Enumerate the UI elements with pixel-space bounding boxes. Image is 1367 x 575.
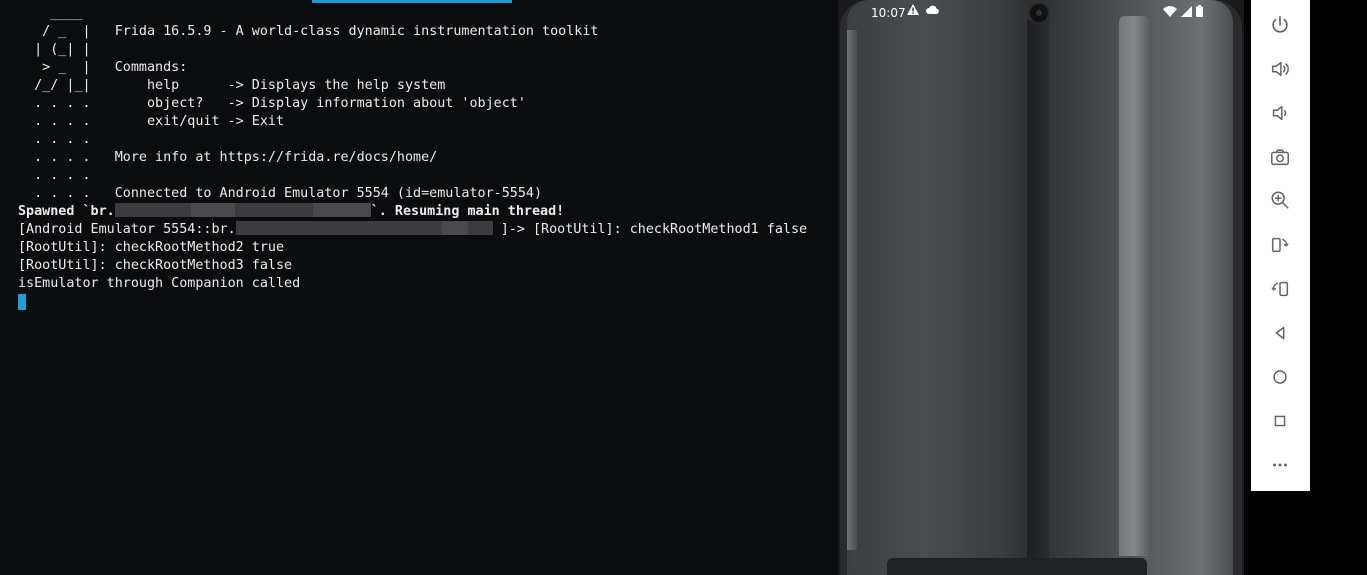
- back-icon: [1275, 326, 1285, 340]
- power-button[interactable]: [1268, 13, 1292, 37]
- more-button[interactable]: [1268, 453, 1292, 477]
- camera-icon: [1271, 149, 1289, 166]
- zoom-button[interactable]: [1268, 188, 1292, 212]
- battery-icon: [1196, 5, 1203, 17]
- rotate-right-icon: [1271, 281, 1289, 297]
- log-line: isEmulator through Companion called: [18, 276, 301, 291]
- ascii-art-line: . . . .: [18, 168, 91, 183]
- zoom-icon: [1271, 191, 1289, 209]
- volume-down-button[interactable]: [1268, 101, 1292, 125]
- volume-down-icon: [1272, 105, 1287, 121]
- redacted-block: [312, 203, 371, 217]
- terminal-cursor[interactable]: [18, 294, 26, 310]
- redacted-block: [190, 203, 235, 217]
- wallpaper-shadow: [1027, 20, 1049, 575]
- ascii-art-line: . . . . Connected to Android Emulator 55…: [18, 186, 543, 201]
- banner-text: Frida 16.5.9 - A world-class dynamic ins…: [114, 24, 599, 39]
- cmd-exit: exit/quit -> Exit: [114, 114, 285, 129]
- cmd-object: object? -> Display information about 'ob…: [114, 96, 526, 111]
- status-time: 10:07: [871, 6, 906, 20]
- wallpaper-light-band: [1119, 16, 1149, 556]
- log-line: [Android Emulator 5554::br. ]-> [RootUti…: [18, 221, 808, 237]
- log-line: [RootUtil]: checkRootMethod2 true: [18, 240, 285, 255]
- log-line: [RootUtil]: checkRootMethod3 false: [18, 258, 293, 273]
- redacted-block: [234, 203, 313, 217]
- rotate-left-button[interactable]: [1268, 233, 1292, 257]
- wifi-icon: [1163, 5, 1177, 17]
- emulator-toolbar: [1251, 0, 1310, 491]
- more-info-text: More info at https://frida.re/docs/home/: [114, 150, 438, 165]
- active-tab-indicator: [312, 0, 512, 3]
- home-button[interactable]: [1268, 365, 1292, 389]
- ascii-art-line: . . . . More info at https://frida.re/do…: [18, 150, 438, 165]
- status-left-icons: [907, 4, 939, 17]
- cloud-icon: [925, 5, 939, 14]
- redacted-block: [441, 221, 468, 235]
- terminal-window[interactable]: ____ / _ | Frida 16.5.9 - A world-class …: [0, 0, 838, 575]
- status-right-icons: [1163, 5, 1203, 17]
- cmd-help: help -> Displays the help system: [114, 78, 446, 93]
- rotate-right-button[interactable]: [1268, 277, 1292, 301]
- wallpaper-floor: [887, 558, 1147, 575]
- square-icon: [1274, 415, 1286, 427]
- commands-label: Commands:: [114, 60, 188, 75]
- ascii-art-line: . . . . object? -> Display information a…: [18, 96, 526, 111]
- ascii-art-line: | (_| |: [18, 42, 91, 57]
- signal-icon: [1181, 5, 1192, 17]
- volume-up-icon: [1271, 61, 1289, 77]
- wallpaper-highlight: [847, 30, 857, 550]
- volume-up-button[interactable]: [1268, 57, 1292, 81]
- overview-button[interactable]: [1268, 409, 1292, 433]
- more-icon: [1273, 463, 1287, 467]
- connected-text: Connected to Android Emulator 5554 (id=e…: [114, 186, 543, 201]
- redacted-block: [235, 221, 442, 235]
- ascii-art-line: . . . .: [18, 132, 91, 147]
- emulator-screen[interactable]: 10:07: [847, 0, 1233, 575]
- warning-icon: [907, 4, 919, 15]
- back-button[interactable]: [1268, 321, 1292, 345]
- ascii-art-line: /_/ |_| help -> Displays the help system: [18, 78, 446, 93]
- redacted-block: [467, 221, 493, 235]
- ascii-art-line: > _ | Commands:: [18, 60, 188, 75]
- rotate-left-icon: [1271, 237, 1289, 253]
- ascii-art-line: / _ | Frida 16.5.9 - A world-class dynam…: [18, 24, 599, 39]
- redacted-block: [114, 203, 191, 217]
- ascii-art-line: . . . . exit/quit -> Exit: [18, 114, 285, 129]
- spawned-line: Spawned `br. `. Resuming main thread!: [18, 203, 565, 219]
- screenshot-button[interactable]: [1268, 145, 1292, 169]
- front-camera-cutout: [1030, 4, 1048, 22]
- power-icon: [1272, 15, 1288, 33]
- ascii-art-line: ____: [18, 6, 83, 21]
- home-icon: [1273, 370, 1287, 384]
